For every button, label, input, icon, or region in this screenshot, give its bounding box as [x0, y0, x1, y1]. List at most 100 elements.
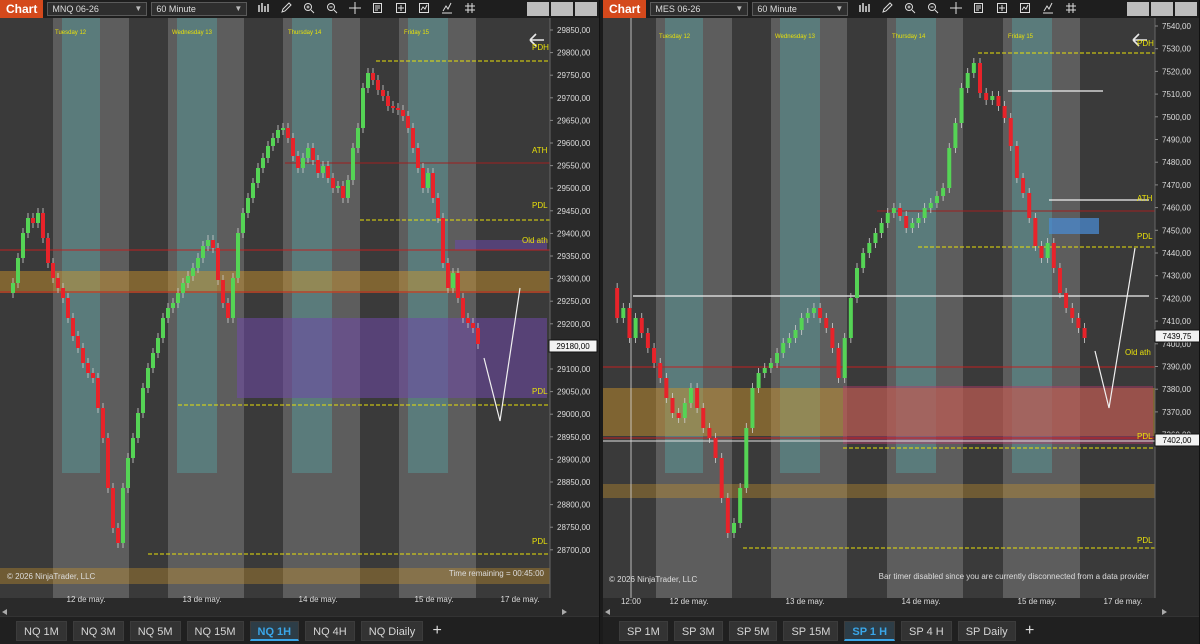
candle-body — [688, 388, 693, 403]
candle-body — [286, 128, 290, 138]
candle-body — [947, 148, 952, 188]
tab-sp-5m[interactable]: SP 5M — [728, 620, 778, 641]
zoom-out-icon[interactable] — [926, 2, 940, 16]
y-axis-label: 28750,00 — [557, 523, 591, 532]
y-axis-label: 28700,00 — [557, 546, 591, 555]
tab-sp-1h[interactable]: SP 1 H — [844, 620, 896, 641]
strategy-icon[interactable] — [1018, 2, 1032, 16]
candle-body — [645, 333, 650, 348]
candle-body — [984, 93, 989, 100]
y-axis-label: 7430,00 — [1162, 272, 1191, 281]
candle-body — [356, 128, 360, 148]
tab-nq-3m[interactable]: NQ 3M — [72, 620, 124, 641]
bar-chart-icon[interactable] — [857, 2, 871, 16]
maximize-button[interactable] — [551, 2, 573, 16]
tab-nq-15m[interactable]: NQ 15M — [186, 620, 244, 641]
y-axis-label: 7370,00 — [1162, 408, 1191, 417]
tab-sp-1m[interactable]: SP 1M — [619, 620, 668, 641]
hash-icon[interactable] — [463, 2, 477, 16]
candle-body — [191, 268, 195, 276]
candle-body — [216, 248, 220, 280]
minimize-button[interactable] — [527, 2, 549, 16]
close-button[interactable] — [575, 2, 597, 16]
maximize-button[interactable] — [1151, 2, 1173, 16]
properties-icon[interactable] — [394, 2, 408, 16]
indicator-icon[interactable] — [1041, 2, 1055, 16]
crosshair-icon[interactable] — [949, 2, 963, 16]
chart-menu-button[interactable]: Chart — [603, 0, 647, 18]
y-axis-label: 29250,00 — [557, 297, 591, 306]
tab-nq-1m[interactable]: NQ 1M — [16, 620, 67, 641]
scroll-left-icon[interactable] — [2, 609, 7, 615]
properties-icon[interactable] — [995, 2, 1009, 16]
candle-body — [781, 343, 786, 353]
close-button[interactable] — [1175, 2, 1197, 16]
strategy-icon[interactable] — [417, 2, 431, 16]
candle-body — [1021, 178, 1026, 193]
candle-body — [971, 63, 976, 73]
candle-body — [873, 233, 878, 243]
y-axis-label: 7410,00 — [1162, 317, 1191, 326]
candle-body — [615, 288, 620, 318]
y-axis-label: 29800,00 — [557, 49, 591, 58]
add-tab-button[interactable]: + — [429, 622, 445, 640]
candle-body — [990, 96, 995, 100]
candle-body — [421, 168, 425, 188]
tab-sp-daily[interactable]: SP Daily — [957, 620, 1016, 641]
candle-body — [1076, 318, 1081, 328]
y-axis-label: 29000,00 — [557, 410, 591, 419]
data-box-icon[interactable] — [371, 2, 385, 16]
candle-body — [1033, 218, 1038, 246]
candle-body — [101, 408, 105, 438]
candle-body — [141, 388, 145, 413]
tab-nq-daily[interactable]: NQ Diaily — [360, 620, 424, 641]
scroll-right-icon[interactable] — [1162, 609, 1167, 615]
scroll-left-icon[interactable] — [605, 609, 610, 615]
bar-chart-icon[interactable] — [256, 2, 270, 16]
candle-body — [904, 216, 909, 228]
candle-body — [326, 166, 330, 178]
candle-body — [725, 498, 730, 533]
tab-nq-5m[interactable]: NQ 5M — [129, 620, 181, 641]
tab-nq-1h[interactable]: NQ 1H — [249, 620, 300, 641]
tab-sp-3m[interactable]: SP 3M — [673, 620, 723, 641]
candle-body — [965, 73, 970, 88]
candle-body — [842, 338, 847, 378]
indicator-icon[interactable] — [440, 2, 454, 16]
scroll-right-icon[interactable] — [562, 609, 567, 615]
candle-body — [411, 128, 415, 148]
instrument-selector[interactable]: MES 06-26 ▼ — [650, 2, 749, 16]
y-axis-label: 7390,00 — [1162, 363, 1191, 372]
horizontal-scrollbar[interactable] — [603, 608, 1199, 616]
crosshair-icon[interactable] — [348, 2, 362, 16]
level-price-box: 7402,00 — [1163, 436, 1192, 445]
tab-sp-15m[interactable]: SP 15M — [783, 620, 839, 641]
pencil-icon[interactable] — [279, 2, 293, 16]
candle-body — [676, 413, 681, 418]
add-tab-button[interactable]: + — [1022, 622, 1038, 640]
candle-body — [978, 63, 982, 93]
current-price-box: 7439,75 — [1163, 332, 1192, 341]
candle-body — [231, 278, 235, 318]
level-label-pdl: PDL — [1137, 432, 1153, 441]
interval-selector[interactable]: 60 Minute ▼ — [752, 2, 849, 16]
zoom-in-icon[interactable] — [302, 2, 316, 16]
interval-selector[interactable]: 60 Minute ▼ — [151, 2, 248, 16]
price-chart[interactable]: Tuesday 12 Wednesday 13 Thursday 14 Frid… — [0, 18, 600, 608]
y-axis-label: 29500,00 — [557, 184, 591, 193]
tab-nq-4h[interactable]: NQ 4H — [305, 620, 355, 641]
zoom-out-icon[interactable] — [325, 2, 339, 16]
data-box-icon[interactable] — [972, 2, 986, 16]
pencil-icon[interactable] — [880, 2, 894, 16]
horizontal-scrollbar[interactable] — [0, 608, 599, 616]
chart-menu-button[interactable]: Chart — [0, 0, 44, 18]
tab-sp-4h[interactable]: SP 4 H — [901, 620, 952, 641]
level-label-old-ath: Old ath — [522, 236, 548, 245]
hash-icon[interactable] — [1064, 2, 1078, 16]
price-chart[interactable]: Tuesday 12 Wednesday 13 Thursday 14 Frid… — [603, 18, 1200, 608]
candle-body — [953, 123, 958, 148]
y-axis-label: 29300,00 — [557, 275, 591, 284]
minimize-button[interactable] — [1127, 2, 1149, 16]
instrument-selector[interactable]: MNQ 06-26 ▼ — [47, 2, 148, 16]
zoom-in-icon[interactable] — [903, 2, 917, 16]
